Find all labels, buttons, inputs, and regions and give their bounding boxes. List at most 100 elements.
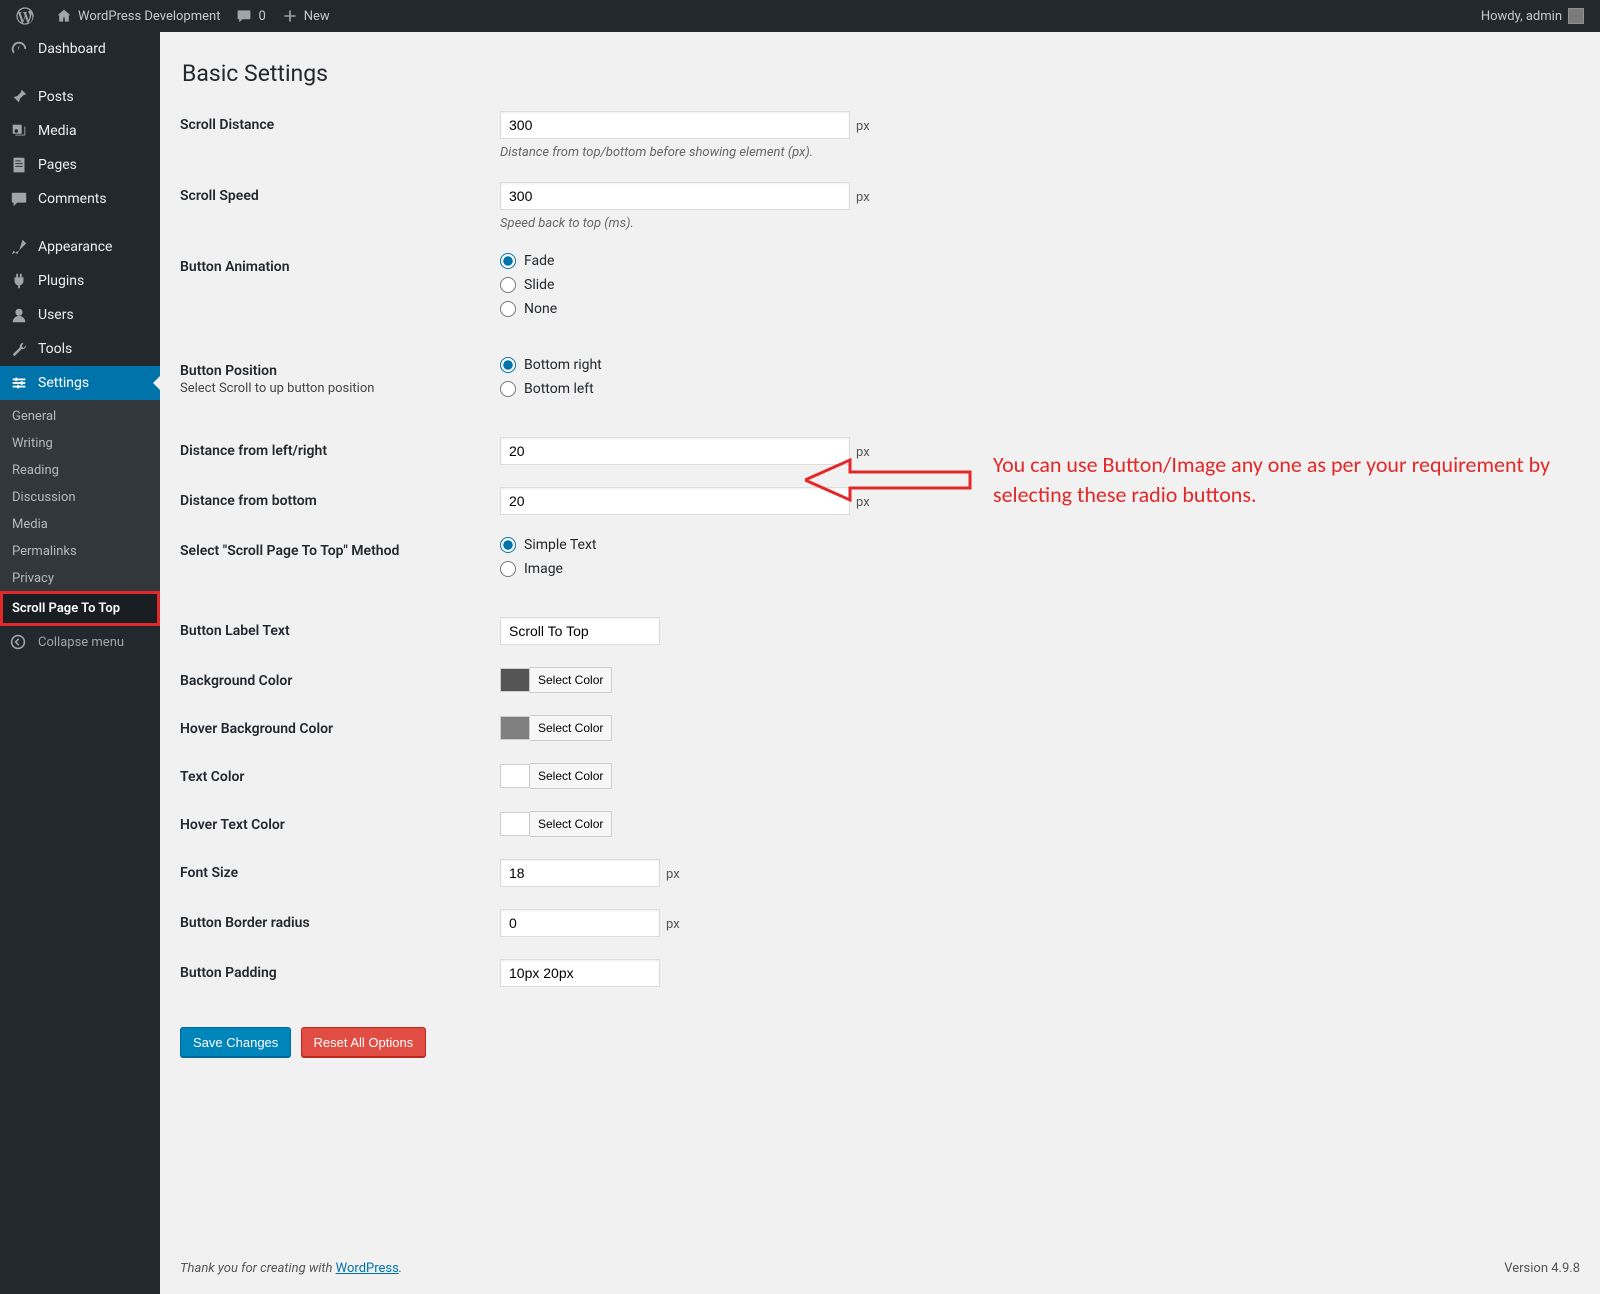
sidebar-item-settings[interactable]: Settings (0, 366, 160, 400)
radio-input[interactable] (500, 277, 516, 293)
new-label: New (304, 9, 330, 24)
radio-input[interactable] (500, 253, 516, 269)
reset-button[interactable]: Reset All Options (301, 1027, 427, 1057)
sidebar-item-pages[interactable]: Pages (0, 148, 160, 182)
save-button[interactable]: Save Changes (180, 1027, 291, 1057)
collapse-menu[interactable]: Collapse menu (0, 626, 160, 658)
sub-item-reading[interactable]: Reading (0, 457, 160, 484)
radio-label: None (524, 301, 557, 317)
label-hover-bg-color: Hover Background Color (180, 715, 500, 737)
sub-item-scroll-page-to-top[interactable]: Scroll Page To Top (0, 591, 160, 626)
sidebar-item-comments[interactable]: Comments (0, 182, 160, 216)
admin-footer: Thank you for creating with WordPress. V… (180, 1243, 1580, 1294)
wp-logo-menu[interactable] (8, 0, 48, 32)
radio-input[interactable] (500, 561, 516, 577)
label-scroll-speed: Scroll Speed (180, 182, 500, 204)
sub-item-writing[interactable]: Writing (0, 430, 160, 457)
input-scroll-distance[interactable] (500, 111, 850, 139)
sidebar-item-label: Tools (38, 341, 72, 357)
radio-label: Bottom right (524, 357, 602, 373)
radio-input[interactable] (500, 537, 516, 553)
settings-icon (10, 374, 30, 392)
form-actions: Save Changes Reset All Options (180, 1027, 1580, 1057)
wordpress-icon (16, 7, 34, 25)
input-button-padding[interactable] (500, 959, 660, 987)
sub-item-general[interactable]: General (0, 403, 160, 430)
sidebar-item-dashboard[interactable]: Dashboard (0, 32, 160, 66)
footer-thanks: Thank you for creating with WordPress. (180, 1261, 402, 1276)
radio-position-bottom-left[interactable]: Bottom left (500, 381, 1580, 397)
input-distance-lr[interactable] (500, 437, 850, 465)
settings-submenu: General Writing Reading Discussion Media… (0, 400, 160, 626)
sidebar-item-tools[interactable]: Tools (0, 332, 160, 366)
input-button-label-text[interactable] (500, 617, 660, 645)
account-menu[interactable]: Howdy, admin (1473, 0, 1592, 32)
admin-bar-left: WordPress Development 0 New (8, 0, 338, 32)
input-scroll-speed[interactable] (500, 182, 850, 210)
unit: px (666, 917, 680, 932)
comments-menu[interactable]: 0 (228, 0, 273, 32)
radio-animation-none[interactable]: None (500, 301, 1580, 317)
sub-item-discussion[interactable]: Discussion (0, 484, 160, 511)
home-icon (56, 8, 72, 24)
radio-position-bottom-right[interactable]: Bottom right (500, 357, 1580, 373)
brush-icon (10, 238, 30, 256)
sidebar-item-label: Posts (38, 89, 74, 105)
label-bg-color: Background Color (180, 667, 500, 689)
sidebar-item-label: Appearance (38, 239, 112, 255)
swatch-hover-text-color (500, 812, 530, 836)
sidebar-item-label: Comments (38, 191, 107, 207)
label-method: Select "Scroll Page To Top" Method (180, 537, 500, 559)
sidebar-item-users[interactable]: Users (0, 298, 160, 332)
label-text-color: Text Color (180, 763, 500, 785)
comment-icon (236, 8, 252, 24)
sidebar-item-plugins[interactable]: Plugins (0, 264, 160, 298)
select-color-bg[interactable]: Select Color (530, 667, 612, 693)
label-button-label-text: Button Label Text (180, 617, 500, 639)
sidebar-item-appearance[interactable]: Appearance (0, 230, 160, 264)
sidebar-item-posts[interactable]: Posts (0, 80, 160, 114)
site-name-menu[interactable]: WordPress Development (48, 0, 228, 32)
desc-scroll-speed: Speed back to top (ms). (500, 216, 1580, 231)
radio-input[interactable] (500, 357, 516, 373)
select-color-text[interactable]: Select Color (530, 763, 612, 789)
sub-item-privacy[interactable]: Privacy (0, 565, 160, 592)
input-distance-bottom[interactable] (500, 487, 850, 515)
dashboard-icon (10, 40, 30, 58)
radio-animation-fade[interactable]: Fade (500, 253, 1580, 269)
wordpress-link[interactable]: WordPress (336, 1261, 399, 1276)
label-button-animation: Button Animation (180, 253, 500, 275)
sub-item-permalinks[interactable]: Permalinks (0, 538, 160, 565)
user-icon (10, 306, 30, 324)
avatar (1568, 8, 1584, 24)
admin-sidebar: Dashboard Posts Media Pages Comments App… (0, 32, 160, 1294)
new-content-menu[interactable]: New (274, 0, 338, 32)
select-color-hover-text[interactable]: Select Color (530, 811, 612, 837)
unit: px (856, 190, 870, 205)
unit: px (856, 445, 870, 460)
radio-label: Slide (524, 277, 554, 293)
radio-method-image[interactable]: Image (500, 561, 1580, 577)
label-font-size: Font Size (180, 859, 500, 881)
radio-animation-slide[interactable]: Slide (500, 277, 1580, 293)
pin-icon (10, 88, 30, 106)
sidebar-item-media[interactable]: Media (0, 114, 160, 148)
comments-count: 0 (258, 9, 265, 24)
sidebar-item-label: Users (38, 307, 74, 323)
page-title: Basic Settings (182, 60, 1580, 87)
input-border-radius[interactable] (500, 909, 660, 937)
howdy-label: Howdy, admin (1481, 9, 1562, 24)
input-font-size[interactable] (500, 859, 660, 887)
swatch-bg-color (500, 668, 530, 692)
site-name-label: WordPress Development (78, 9, 220, 24)
radio-label: Fade (524, 253, 554, 269)
radio-input[interactable] (500, 381, 516, 397)
sidebar-item-label: Media (38, 123, 77, 139)
radio-input[interactable] (500, 301, 516, 317)
radio-method-simple-text[interactable]: Simple Text (500, 537, 1580, 553)
sidebar-item-label: Pages (38, 157, 77, 173)
comment-icon (10, 190, 30, 208)
sub-item-media[interactable]: Media (0, 511, 160, 538)
label-border-radius: Button Border radius (180, 909, 500, 931)
select-color-hover-bg[interactable]: Select Color (530, 715, 612, 741)
